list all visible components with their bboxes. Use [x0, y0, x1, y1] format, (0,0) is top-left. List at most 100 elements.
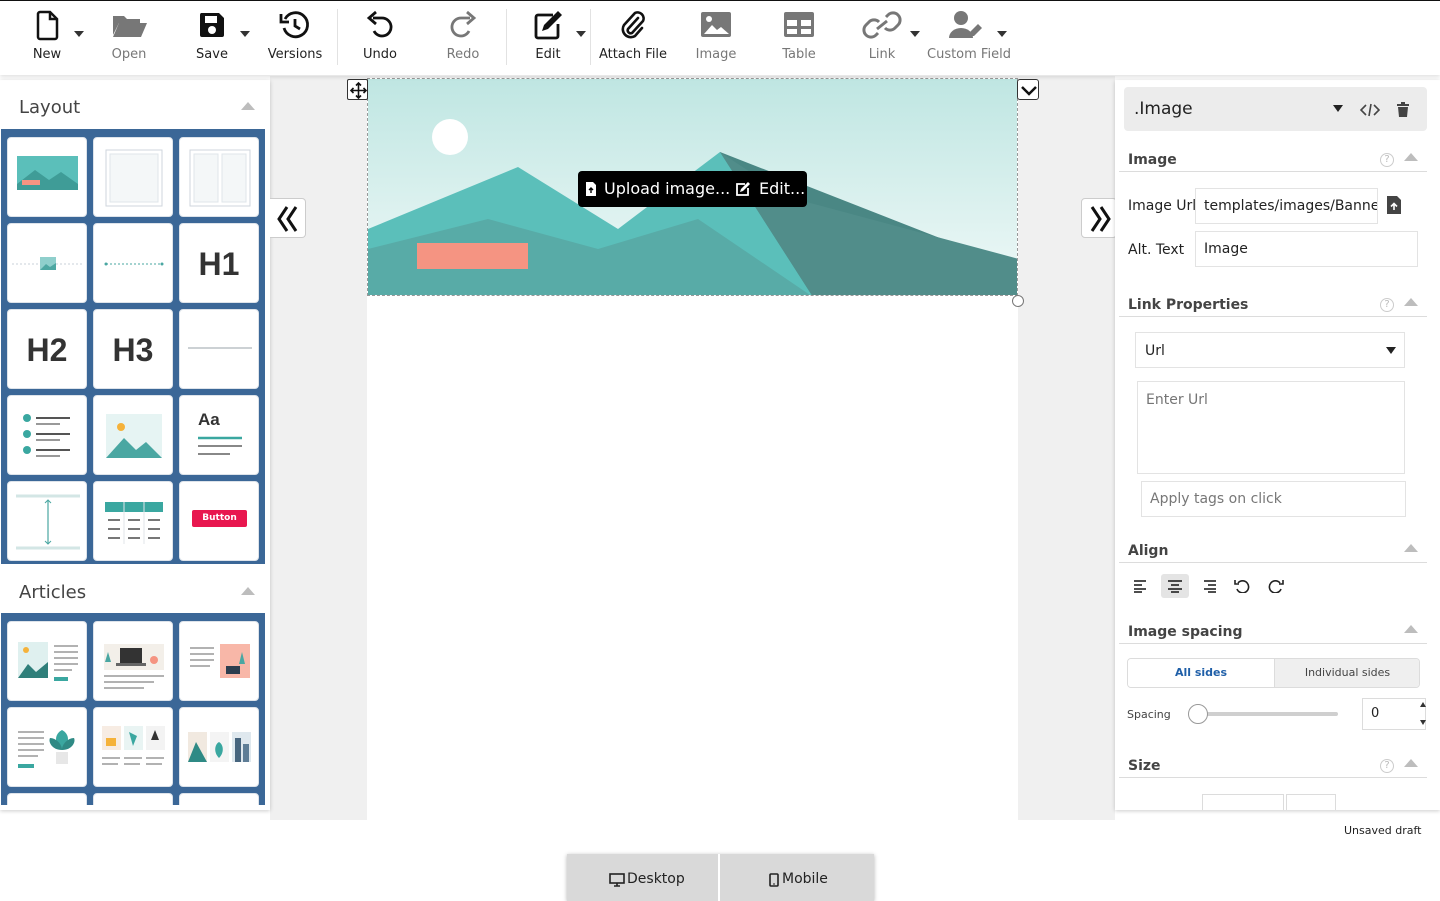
- article-block[interactable]: [179, 793, 259, 805]
- new-button[interactable]: New: [7, 7, 87, 69]
- block-options-button[interactable]: [1017, 79, 1039, 100]
- collapse-right-panel-button[interactable]: [1081, 198, 1117, 238]
- block-data-table[interactable]: [93, 481, 173, 561]
- width-input[interactable]: [1202, 794, 1284, 810]
- table-icon: [784, 12, 814, 37]
- block-h1[interactable]: H1: [179, 223, 259, 303]
- file-upload-icon[interactable]: [1386, 195, 1402, 215]
- block-button[interactable]: Button: [179, 481, 259, 561]
- save-dropdown-icon[interactable]: [240, 31, 250, 37]
- upload-image-label: Upload image...: [604, 179, 731, 198]
- article-block[interactable]: [93, 621, 173, 701]
- article-block[interactable]: [7, 707, 87, 787]
- spin-down-icon[interactable]: [1420, 720, 1426, 725]
- apply-tags-input[interactable]: [1141, 481, 1406, 517]
- element-dropdown-icon[interactable]: [1333, 105, 1343, 112]
- block-two-columns[interactable]: [179, 137, 259, 217]
- table-button[interactable]: Table: [759, 7, 839, 69]
- edit-button[interactable]: Edit: [508, 7, 588, 69]
- image-button[interactable]: Image: [676, 7, 756, 69]
- trash-icon[interactable]: [1396, 102, 1410, 118]
- custom-field-button[interactable]: Custom Field: [927, 7, 1011, 69]
- help-icon[interactable]: ?: [1380, 759, 1394, 773]
- articles-section-header[interactable]: Articles: [0, 567, 270, 615]
- block-spacer[interactable]: [93, 223, 173, 303]
- block-h2[interactable]: H2: [7, 309, 87, 389]
- layout-section-header[interactable]: Layout: [0, 82, 270, 130]
- spacing-input[interactable]: 0: [1362, 698, 1426, 730]
- collapse-left-panel-button[interactable]: [270, 198, 306, 238]
- article-chair-icon: [190, 644, 250, 678]
- attach-file-button[interactable]: Attach File: [593, 7, 673, 69]
- image-url-field[interactable]: templates/images/Banne: [1195, 188, 1378, 224]
- article-block[interactable]: [7, 793, 87, 805]
- rotate-right-button[interactable]: [1262, 574, 1290, 598]
- url-textarea[interactable]: [1137, 381, 1405, 474]
- article-laptop-icon: [104, 644, 164, 689]
- spin-up-icon[interactable]: [1420, 702, 1426, 707]
- redo-button[interactable]: Redo: [423, 7, 503, 69]
- help-icon[interactable]: ?: [1380, 298, 1394, 312]
- alt-text-field[interactable]: Image: [1195, 231, 1418, 267]
- element-selector[interactable]: .Image: [1124, 87, 1427, 131]
- open-label: Open: [111, 47, 147, 62]
- move-handle[interactable]: [347, 79, 368, 100]
- size-section-header[interactable]: Size ?: [1119, 752, 1427, 778]
- link-button[interactable]: Link: [842, 7, 922, 69]
- link-type-select[interactable]: Url: [1135, 332, 1405, 368]
- collapse-icon: [1404, 759, 1418, 767]
- block-image-banner[interactable]: [7, 137, 87, 217]
- align-section-header[interactable]: Align: [1119, 537, 1427, 563]
- link-properties-header[interactable]: Link Properties ?: [1119, 291, 1427, 317]
- article-plant-icon: [18, 730, 75, 768]
- redo-label: Redo: [446, 47, 480, 62]
- link-dropdown-icon[interactable]: [910, 31, 920, 37]
- mobile-view-button[interactable]: Mobile: [720, 854, 874, 901]
- article-block[interactable]: [93, 793, 173, 805]
- undo-button[interactable]: Undo: [340, 7, 420, 69]
- code-icon[interactable]: [1360, 102, 1380, 118]
- article-block[interactable]: [179, 621, 259, 701]
- edit-image-button[interactable]: Edit...: [735, 171, 805, 207]
- layout-blocks-grid: H1 H2 H3 Aa Button: [1, 129, 265, 564]
- article-block[interactable]: [179, 707, 259, 787]
- image-section-header[interactable]: Image ?: [1119, 146, 1427, 172]
- block-text[interactable]: Aa: [179, 395, 259, 475]
- block-picture[interactable]: [93, 395, 173, 475]
- spacing-slider-thumb[interactable]: [1188, 704, 1208, 724]
- desktop-view-button[interactable]: Desktop: [567, 854, 718, 901]
- align-right-button[interactable]: [1195, 574, 1223, 598]
- align-right-icon: [1204, 580, 1216, 593]
- resize-handle[interactable]: [1012, 295, 1024, 307]
- save-button[interactable]: Save: [172, 7, 252, 69]
- upload-image-button[interactable]: Upload image...: [584, 171, 731, 207]
- article-block[interactable]: [93, 707, 173, 787]
- toolbar-divider: [590, 9, 591, 65]
- image-spacing-header[interactable]: Image spacing: [1119, 618, 1427, 644]
- individual-sides-button[interactable]: Individual sides: [1274, 659, 1419, 687]
- open-button[interactable]: Open: [89, 7, 169, 69]
- custom-field-dropdown-icon[interactable]: [997, 31, 1007, 37]
- versions-button[interactable]: Versions: [255, 7, 335, 69]
- block-divider[interactable]: [179, 309, 259, 389]
- spacing-slider[interactable]: [1197, 712, 1338, 716]
- help-icon[interactable]: ?: [1380, 153, 1394, 167]
- articles-title: Articles: [19, 582, 87, 603]
- chevron-down-icon: [1386, 347, 1396, 354]
- block-vertical-spacer[interactable]: [7, 481, 87, 561]
- align-left-button[interactable]: [1127, 574, 1155, 598]
- paperclip-icon: [621, 11, 645, 39]
- edit-dropdown-icon[interactable]: [576, 31, 586, 37]
- all-sides-button[interactable]: All sides: [1128, 659, 1274, 687]
- block-h3[interactable]: H3: [93, 309, 173, 389]
- article-block[interactable]: [7, 621, 87, 701]
- height-input[interactable]: [1286, 794, 1336, 810]
- alt-text-label: Alt. Text: [1128, 242, 1185, 258]
- rotate-left-button[interactable]: [1228, 574, 1256, 598]
- new-dropdown-icon[interactable]: [74, 31, 84, 37]
- align-center-button[interactable]: [1161, 574, 1189, 598]
- rotate-left-icon: [1234, 580, 1250, 593]
- block-checklist[interactable]: [7, 395, 87, 475]
- block-one-column[interactable]: [93, 137, 173, 217]
- block-image[interactable]: [7, 223, 87, 303]
